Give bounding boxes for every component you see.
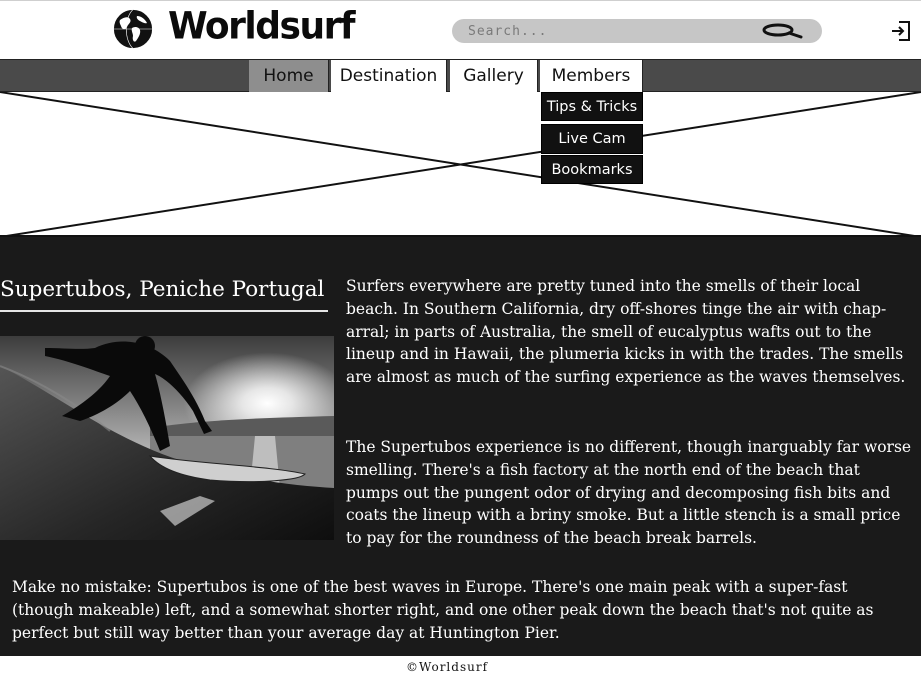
article-title: Supertubos, Peniche Portugal (0, 277, 325, 302)
nav-home[interactable]: Home (249, 60, 329, 92)
surfer-photo (0, 336, 334, 540)
search-icon[interactable] (760, 22, 804, 40)
login-icon[interactable] (890, 19, 912, 43)
article-paragraph-2: The Supertubos experience is no differen… (346, 438, 912, 548)
main-nav: Home Destination Gallery Members (0, 59, 921, 92)
nav-gallery[interactable]: Gallery (450, 60, 538, 92)
copyright-text: ©Worldsurf (405, 660, 489, 674)
title-divider (0, 310, 328, 312)
dropdown-bookmarks[interactable]: Bookmarks (541, 155, 643, 184)
site-header: Worldsurf (0, 0, 921, 59)
dropdown-tips-tricks[interactable]: Tips & Tricks (541, 92, 643, 121)
nav-destination[interactable]: Destination (331, 60, 447, 92)
globe-icon[interactable] (112, 8, 154, 50)
brand-name[interactable]: Worldsurf (168, 5, 356, 48)
site-footer: ©Worldsurf (0, 656, 921, 680)
hero-image-placeholder (0, 92, 921, 237)
article-section: Supertubos, Peniche Portugal Surfers eve… (0, 237, 921, 656)
nav-members[interactable]: Members (540, 60, 643, 92)
dropdown-live-cam[interactable]: Live Cam (541, 124, 643, 154)
article-paragraph-3: Make no mistake: Supertubos is one of th… (12, 578, 874, 642)
article-paragraph-1: Surfers everywhere are pretty tuned into… (346, 277, 906, 387)
image-placeholder-icon (0, 92, 921, 237)
